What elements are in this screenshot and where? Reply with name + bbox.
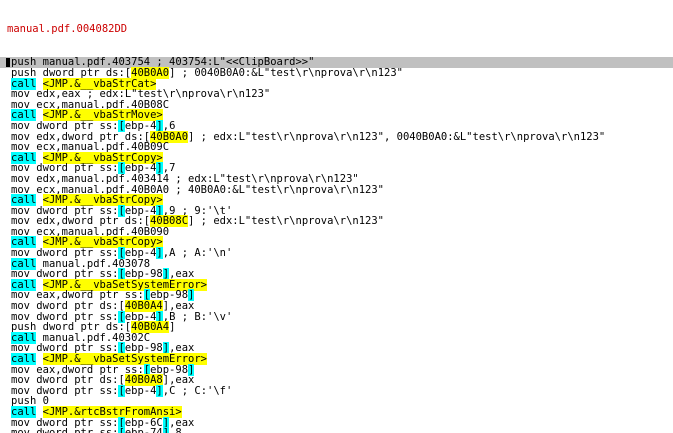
current-address-label: manual.pdf.004082DD bbox=[7, 23, 128, 36]
comment-text: ] ; edx:L"test\r\nprova\r\n123", 0040B0A… bbox=[188, 130, 606, 143]
operand-symbol: ebp-74 bbox=[125, 427, 163, 433]
comment-text: ; C:'\f' bbox=[175, 384, 233, 397]
disassembly-listing[interactable]: push manual.pdf.403754 ; 403754:L"<<Clip… bbox=[0, 57, 673, 433]
comment-text: ; B:'\v' bbox=[175, 310, 233, 323]
operand-immediate: ,C bbox=[162, 384, 176, 397]
operand-immediate: ,A bbox=[162, 247, 176, 260]
comment-text: ] ; 0040B0A0:&L"test\r\nprova\r\n123" bbox=[169, 66, 403, 79]
comment-text: ; A:'\n' bbox=[175, 247, 233, 260]
operand-immediate: ,8 bbox=[169, 427, 182, 433]
operand-symbol: ebp-4 bbox=[124, 384, 157, 397]
disassembly-pane[interactable]: manual.pdf.004082DD push manual.pdf.4037… bbox=[0, 0, 673, 433]
instruction-mnemonic: mov bbox=[11, 427, 30, 433]
instruction-pointer-marker bbox=[6, 58, 10, 68]
disassembly-line[interactable]: mov dword ptr ss:[ebp-74],8 bbox=[0, 427, 673, 433]
operand-memory: dword ptr ss: bbox=[36, 427, 118, 433]
comment-text: ; 40B0A0:&L"test\r\nprova\r\n123" bbox=[169, 183, 384, 196]
operand-memory: ] bbox=[169, 321, 176, 334]
disassembly-line[interactable]: mov dword ptr ss:[ebp-4],C ; C:'\f' bbox=[0, 384, 673, 397]
comment-text: ] ; edx:L"test\r\nprova\r\n123" bbox=[188, 215, 384, 228]
disassembly-line[interactable]: push dword ptr ds:[40B0A0] ; 0040B0A0:&L… bbox=[0, 66, 673, 79]
